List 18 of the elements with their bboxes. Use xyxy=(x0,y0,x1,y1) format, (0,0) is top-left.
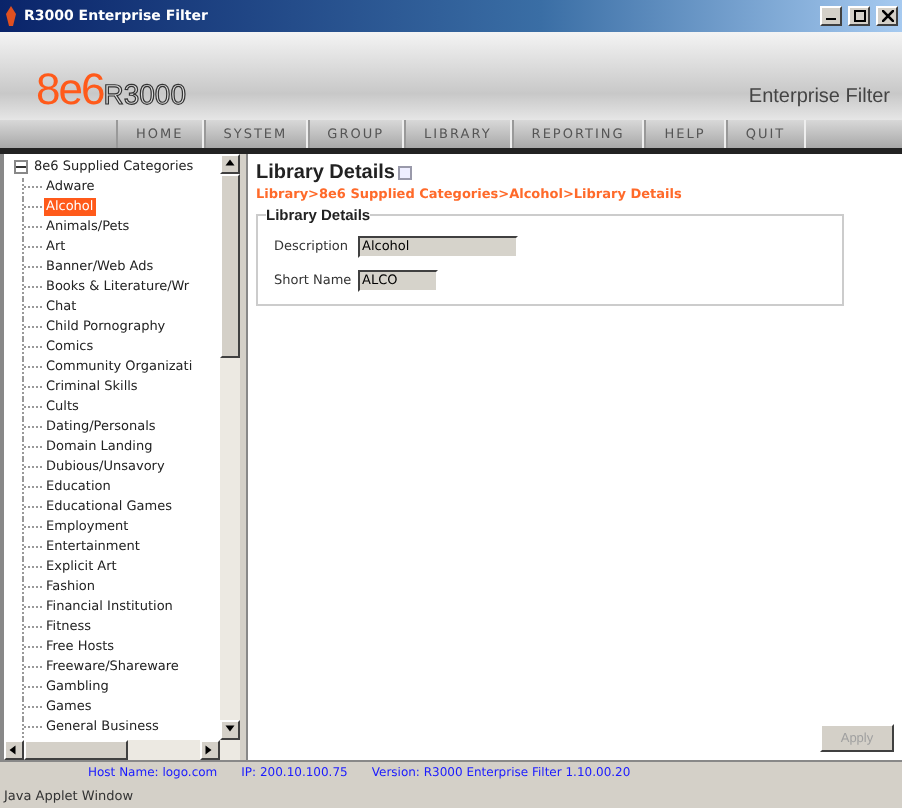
minimize-button[interactable] xyxy=(820,5,842,26)
vertical-scrollbar[interactable] xyxy=(220,153,240,741)
horizontal-scrollbar[interactable] xyxy=(4,740,240,761)
page-title: Library Details xyxy=(256,161,395,184)
product-name: Enterprise Filter xyxy=(748,85,890,112)
maximize-icon xyxy=(853,9,865,22)
close-icon xyxy=(881,9,893,22)
right-arrow-icon xyxy=(204,744,216,757)
down-arrow-icon xyxy=(224,724,236,737)
maximize-button[interactable] xyxy=(848,5,870,26)
app-icon xyxy=(4,5,18,26)
left-arrow-icon xyxy=(8,744,20,757)
logo-product: R3000 xyxy=(103,77,186,110)
close-button[interactable] xyxy=(876,5,898,26)
logo-number: 8e6 xyxy=(36,63,104,116)
collapse-icon[interactable] xyxy=(14,160,28,175)
help-icon[interactable] xyxy=(398,165,413,180)
up-arrow-icon xyxy=(224,157,236,170)
